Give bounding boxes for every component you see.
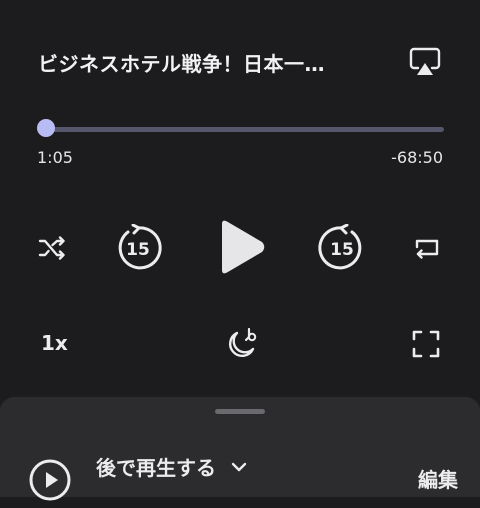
play-circle-icon	[29, 459, 71, 501]
play-button[interactable]	[208, 214, 274, 280]
airplay-icon	[409, 47, 441, 75]
play-icon	[222, 220, 265, 274]
now-playing-header: ビジネスホテル戦争！日本一…	[38, 46, 442, 78]
skip-forward-15-icon: 15	[318, 224, 362, 270]
shuffle-button[interactable]	[34, 230, 70, 266]
skip-back-seconds: 15	[126, 240, 150, 260]
elapsed-time: 1:05	[37, 148, 73, 167]
shuffle-icon	[38, 236, 65, 260]
airplay-button[interactable]	[408, 46, 442, 78]
edit-button[interactable]: 編集	[418, 464, 458, 493]
remaining-time: -68:50	[391, 148, 443, 167]
fullscreen-icon	[412, 330, 440, 358]
queue-sheet[interactable]: 後で再生する 編集	[0, 397, 480, 501]
chevron-down-icon	[231, 462, 247, 471]
progress-scrubber[interactable]	[37, 119, 56, 137]
playback-speed-button[interactable]: 1x	[41, 331, 68, 355]
sleep-timer-button[interactable]	[222, 325, 260, 363]
skip-back-button[interactable]: 15	[114, 224, 162, 272]
queue-selector[interactable]: 後で再生する	[96, 452, 252, 481]
progress-bar[interactable]	[34, 118, 446, 140]
episode-title: ビジネスホテル戦争！日本一…	[38, 52, 325, 76]
skip-forward-button[interactable]: 15	[318, 224, 366, 272]
sheet-drag-handle[interactable]	[215, 409, 265, 414]
progress-track	[40, 127, 444, 132]
fullscreen-button[interactable]	[408, 326, 444, 362]
queue-title: 後で再生する	[96, 456, 216, 480]
repeat-icon	[415, 239, 439, 259]
repeat-button[interactable]	[408, 230, 444, 266]
sleep-timer-icon	[229, 327, 257, 357]
queue-play-button[interactable]	[26, 456, 74, 508]
skip-forward-seconds: 15	[330, 240, 354, 260]
skip-back-15-icon: 15	[118, 224, 162, 270]
